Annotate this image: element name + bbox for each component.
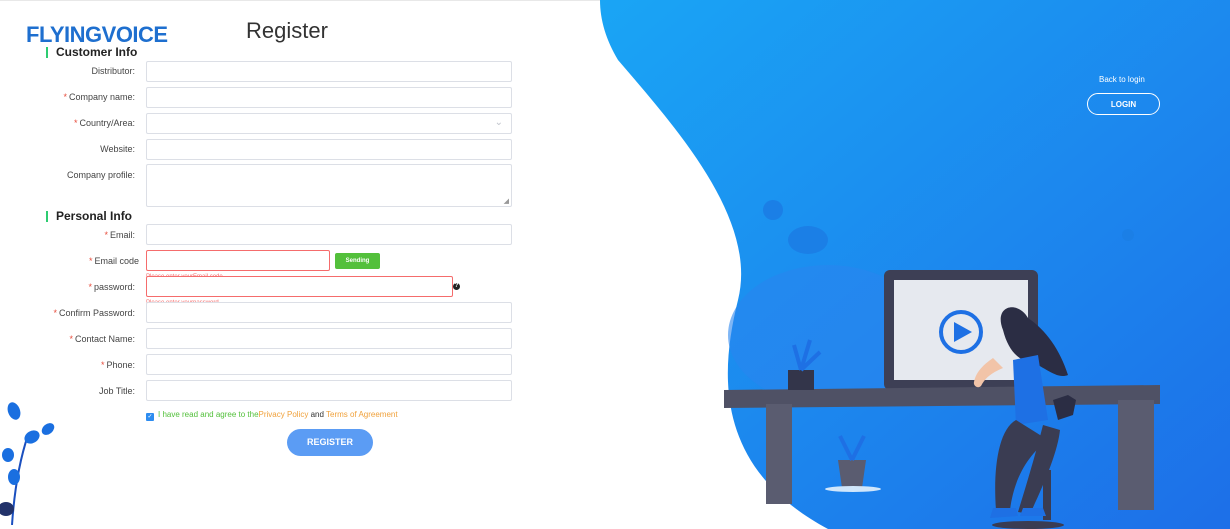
agreement-row: ✓ I have read and agree to thePrivacy Pol… (146, 410, 398, 421)
contact-name-input[interactable] (146, 328, 512, 349)
page-title: Register (246, 18, 328, 43)
back-to-login-text: Back to login (1099, 75, 1145, 84)
resize-handle-icon[interactable]: ◢ (504, 197, 509, 205)
chevron-down-icon: ⌄ (494, 117, 503, 128)
top-divider (0, 0, 600, 1)
country-select[interactable]: ⌄ (146, 113, 512, 134)
section-personal-info: Personal Info (46, 210, 132, 222)
contact-name-label: * Contact Name: (69, 334, 135, 344)
company-name-input[interactable] (146, 87, 512, 108)
company-name-label: * Company name: (63, 92, 135, 102)
email-input[interactable] (146, 224, 512, 245)
leaf-decoration (0, 402, 55, 525)
terms-link[interactable]: Terms of Agreement (326, 410, 398, 419)
confirm-password-label: * Confirm Password: (53, 308, 135, 318)
phone-input[interactable] (146, 354, 512, 375)
help-icon[interactable]: ? (453, 283, 460, 290)
send-code-button[interactable]: Sending (335, 253, 380, 269)
confirm-password-input[interactable] (146, 302, 512, 323)
distributor-label: Distributor: (91, 66, 135, 76)
section-customer-info: Customer Info (46, 46, 137, 58)
website-input[interactable] (146, 139, 512, 160)
job-title-label: Job Title: (98, 386, 135, 396)
email-label: * Email: (104, 230, 135, 240)
login-button[interactable]: LOGIN (1087, 93, 1160, 115)
company-profile-textarea[interactable]: ◢ (146, 164, 512, 207)
company-profile-label: Company profile: (66, 170, 135, 180)
register-button[interactable]: REGISTER (287, 429, 373, 456)
website-label: Website: (100, 144, 135, 154)
agreement-checkbox[interactable]: ✓ (146, 413, 154, 421)
agreement-and: and (310, 410, 324, 419)
country-label: * Country/Area: (73, 118, 135, 128)
email-code-label: * Email code (88, 256, 139, 266)
email-code-input[interactable] (146, 250, 330, 271)
job-title-input[interactable] (146, 380, 512, 401)
distributor-input[interactable] (146, 61, 512, 82)
agreement-text: I have read and agree to the (158, 410, 259, 419)
privacy-policy-link[interactable]: Privacy Policy (259, 410, 309, 419)
password-label: * password: (88, 282, 135, 292)
phone-label: * Phone: (100, 360, 135, 370)
password-input[interactable] (146, 276, 453, 297)
